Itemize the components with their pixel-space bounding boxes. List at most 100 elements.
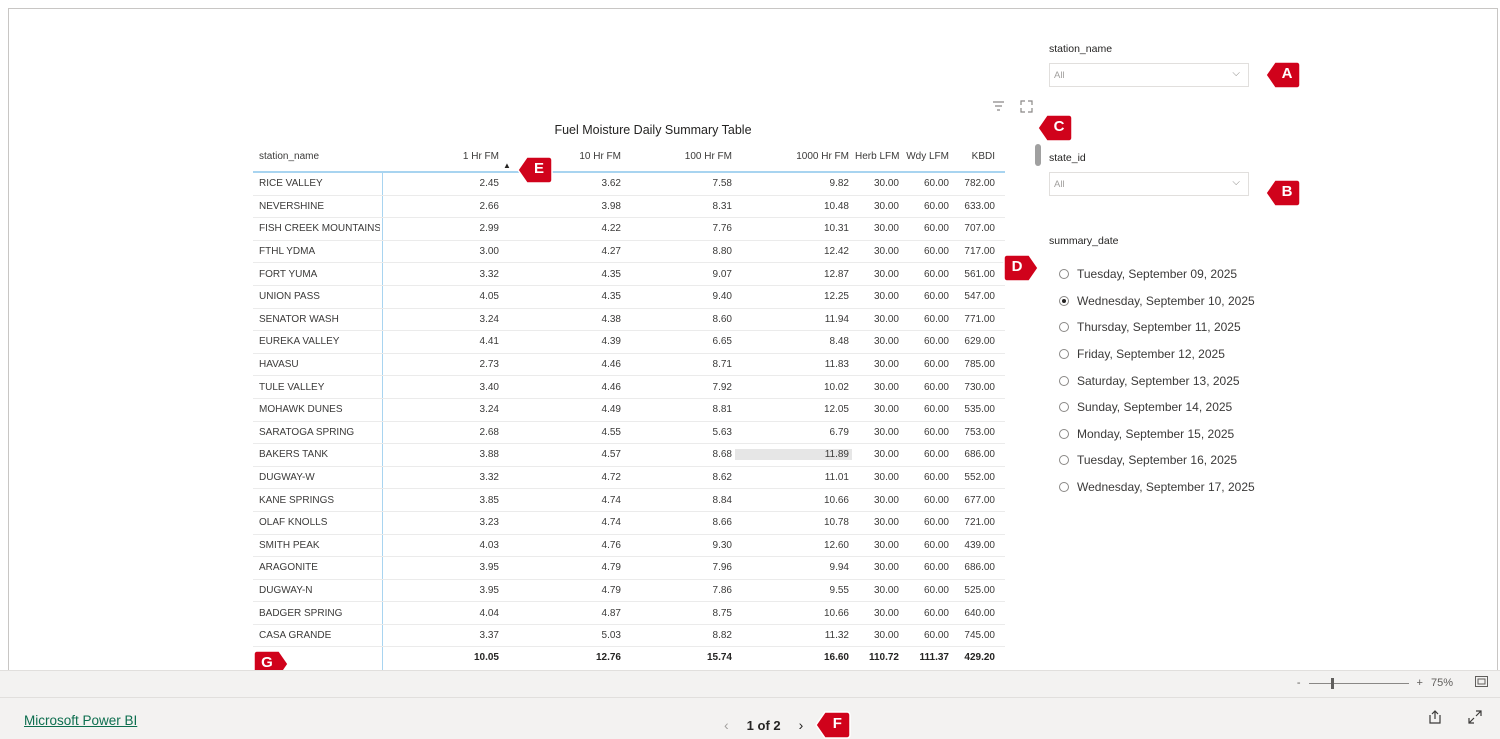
column-header[interactable]: Herb LFM [852, 151, 902, 162]
date-option[interactable]: Wednesday, September 17, 2025 [1059, 474, 1255, 501]
table-body: RICE VALLEY 2.45 3.62 7.58 9.82 30.00 60.00 782… [253, 173, 1005, 648]
table-row[interactable]: MOHAWK DUNES 3.24 4.49 8.81 12.05 30.00 60.00 5… [253, 399, 1005, 422]
fit-to-page-icon[interactable] [1475, 676, 1488, 690]
table-cell: 11.89 [735, 449, 852, 461]
table-row[interactable]: SARATOGA SPRING 2.68 4.55 5.63 6.79 30.00 60.0… [253, 422, 1005, 445]
table-cell: 30.00 [873, 313, 899, 325]
next-page-button[interactable]: › [799, 717, 804, 733]
table-row[interactable]: RICE VALLEY 2.45 3.62 7.58 9.82 30.00 60.00 782… [253, 173, 1005, 196]
table-row[interactable]: CASA GRANDE 3.37 5.03 8.82 11.32 30.00 60.00 74… [253, 625, 1005, 648]
table-cell: ARAGONITE [259, 562, 318, 574]
state-dropdown[interactable]: All ⌵ [1049, 172, 1249, 196]
date-option[interactable]: Monday, September 15, 2025 [1059, 421, 1255, 448]
date-radio-list: Tuesday, September 09, 2025 Wednesday, Se… [1059, 261, 1255, 500]
date-option[interactable]: Thursday, September 11, 2025 [1059, 314, 1255, 341]
column-header[interactable]: KBDI [952, 151, 998, 162]
table-cell: 8.62 [712, 472, 732, 484]
radio-unselected-icon[interactable] [1059, 428, 1069, 439]
date-option[interactable]: Tuesday, September 16, 2025 [1059, 447, 1255, 474]
column-header[interactable]: 100 Hr FM [624, 151, 735, 162]
date-option[interactable]: Friday, September 12, 2025 [1059, 341, 1255, 368]
zoom-slider-thumb[interactable] [1330, 677, 1334, 689]
callout-marker-d: D [1003, 253, 1039, 283]
date-option[interactable]: Tuesday, September 09, 2025 [1059, 261, 1255, 288]
column-header[interactable]: Wdy LFM [902, 151, 952, 162]
table-cell: 707.00 [964, 223, 995, 235]
table-cell: CASA GRANDE [259, 630, 332, 642]
radio-unselected-icon[interactable] [1059, 375, 1069, 386]
table-row[interactable]: EUREKA VALLEY 4.41 4.39 6.65 8.48 30.00 60.00 6… [253, 331, 1005, 354]
visual-header [989, 97, 1035, 115]
table-cell: 30.00 [873, 630, 899, 642]
focus-mode-icon[interactable] [1017, 97, 1035, 115]
table-cell: 4.41 [479, 336, 499, 348]
table-row[interactable]: TULE VALLEY 3.40 4.46 7.92 10.02 30.00 60.00 73… [253, 376, 1005, 399]
table-cell: 60.00 [923, 584, 949, 596]
table-row[interactable]: FISH CREEK MOUNTAINS 2.99 4.22 7.76 10.31 30.… [253, 218, 1005, 241]
table-row[interactable]: NEVERSHINE 2.66 3.98 8.31 10.48 30.00 60.00 633… [253, 196, 1005, 219]
table-row[interactable]: HAVASU 2.73 4.46 8.71 11.83 30.00 60.00 785.00 [253, 354, 1005, 377]
table-cell: 7.58 [712, 178, 732, 190]
radio-unselected-icon[interactable] [1059, 349, 1069, 360]
chevron-down-icon: ⌵ [1232, 177, 1240, 188]
share-icon[interactable] [1428, 710, 1442, 727]
table-cell: 3.85 [479, 494, 499, 506]
table-cell: 12.05 [823, 404, 849, 416]
table-cell: BADGER SPRING [259, 607, 343, 619]
table-row[interactable]: FORT YUMA 3.32 4.35 9.07 12.87 30.00 60.00 561.… [253, 263, 1005, 286]
table-row[interactable]: FTHL YDMA 3.00 4.27 8.80 12.42 30.00 60.00 717.… [253, 241, 1005, 264]
table-cell: 5.63 [712, 426, 732, 438]
table-row[interactable]: SENATOR WASH 3.24 4.38 8.60 11.94 30.00 60.00 7… [253, 309, 1005, 332]
table-scrollbar[interactable] [1035, 144, 1041, 166]
table-row[interactable]: UNION PASS 4.05 4.35 9.40 12.25 30.00 60.00 547… [253, 286, 1005, 309]
sort-ascending-icon: ▲ [503, 161, 511, 170]
table-cell: 3.23 [479, 517, 499, 529]
table-row[interactable]: ARAGONITE 3.95 4.79 7.96 9.94 30.00 60.00 686.0… [253, 557, 1005, 580]
column-header[interactable]: 1000 Hr FM [735, 151, 852, 162]
radio-selected-icon[interactable] [1059, 295, 1069, 306]
table-cell: FISH CREEK MOUNTAINS [259, 223, 380, 235]
zoom-in-button[interactable]: + [1417, 677, 1423, 689]
radio-unselected-icon[interactable] [1059, 269, 1069, 280]
table-cell: 30.00 [873, 426, 899, 438]
table-cell: FTHL YDMA [259, 246, 316, 258]
table-cell: 12.25 [823, 291, 849, 303]
date-option[interactable]: Wednesday, September 10, 2025 [1059, 288, 1255, 315]
column-header[interactable]: station_name [253, 151, 380, 162]
table-cell: 3.24 [479, 404, 499, 416]
table-cell: 8.84 [712, 494, 732, 506]
table-cell: 10.66 [823, 607, 849, 619]
table-cell: 8.60 [712, 313, 732, 325]
table-cell: 4.72 [601, 472, 621, 484]
table-row[interactable]: DUGWAY-N 3.95 4.79 7.86 9.55 30.00 60.00 525.00 [253, 580, 1005, 603]
station-dropdown[interactable]: All ⌵ [1049, 63, 1249, 87]
table-cell: 2.66 [479, 200, 499, 212]
date-option[interactable]: Sunday, September 14, 2025 [1059, 394, 1255, 421]
radio-unselected-icon[interactable] [1059, 482, 1069, 493]
table-cell: 2.99 [479, 223, 499, 235]
table-row[interactable]: DUGWAY-W 3.32 4.72 8.62 11.01 30.00 60.00 552.0… [253, 467, 1005, 490]
table-row[interactable]: KANE SPRINGS 3.85 4.74 8.84 10.66 30.00 60.00 6… [253, 489, 1005, 512]
table-cell: 3.95 [479, 584, 499, 596]
zoom-level: 75% [1430, 677, 1453, 689]
fullscreen-icon[interactable] [1468, 710, 1482, 727]
zoom-slider[interactable] [1308, 677, 1409, 689]
column-header[interactable]: 1 Hr FM [380, 151, 502, 162]
radio-unselected-icon[interactable] [1059, 455, 1069, 466]
table-row[interactable]: BADGER SPRING 4.04 4.87 8.75 10.66 30.00 60.00… [253, 602, 1005, 625]
table-row[interactable]: OLAF KNOLLS 3.23 4.74 8.66 10.78 30.00 60.00 72… [253, 512, 1005, 535]
table-cell: 60.00 [923, 336, 949, 348]
table-cell: 3.98 [601, 200, 621, 212]
table-cell: 60.00 [923, 562, 949, 574]
table-row[interactable]: SMITH PEAK 4.03 4.76 9.30 12.60 30.00 60.00 439… [253, 535, 1005, 558]
radio-unselected-icon[interactable] [1059, 402, 1069, 413]
table-cell: 60.00 [923, 630, 949, 642]
radio-unselected-icon[interactable] [1059, 322, 1069, 333]
date-option[interactable]: Saturday, September 13, 2025 [1059, 367, 1255, 394]
filter-icon[interactable] [989, 97, 1007, 115]
table-cell: 8.31 [712, 200, 732, 212]
power-bi-link[interactable]: Microsoft Power BI [24, 713, 137, 728]
zoom-out-button[interactable]: - [1297, 677, 1301, 689]
table-row[interactable]: BAKERS TANK 3.88 4.57 8.68 11.89 30.00 60.00 68… [253, 444, 1005, 467]
previous-page-button[interactable]: ‹ [724, 717, 729, 733]
